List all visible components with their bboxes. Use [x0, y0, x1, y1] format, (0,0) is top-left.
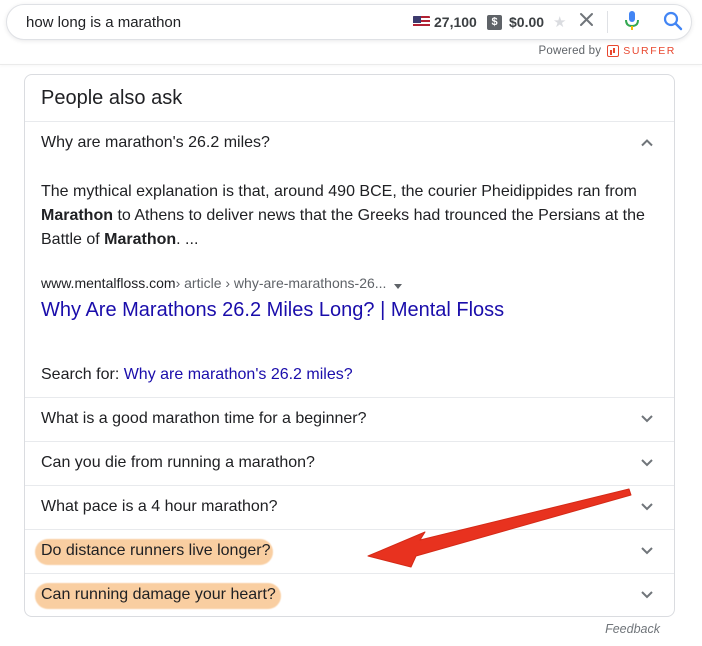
answer-text: The mythical explanation is that, around…	[41, 183, 637, 200]
searchbar-divider	[607, 11, 608, 33]
paa-question[interactable]: What pace is a 4 hour marathon?	[25, 486, 674, 530]
chevron-down-icon	[641, 503, 653, 511]
powered-by-label: Powered by	[538, 45, 602, 57]
search-for-link[interactable]: Why are marathon's 26.2 miles?	[124, 366, 353, 383]
powered-by-surfer: Powered by SURFER	[538, 45, 676, 57]
search-bar[interactable]: how long is a marathon 27,100 $ $0.00 ★	[6, 4, 692, 40]
microphone-icon[interactable]	[621, 9, 643, 33]
paa-question[interactable]: Can you die from running a marathon?	[25, 442, 674, 486]
star-icon[interactable]: ★	[553, 13, 566, 31]
source-path: › article › why-are-marathons-26...	[175, 275, 387, 291]
chevron-up-icon	[641, 139, 653, 147]
answer-text: . ...	[176, 231, 199, 248]
header-separator	[0, 64, 702, 65]
chevron-down-icon	[641, 591, 653, 599]
answer-bold: Marathon	[104, 231, 177, 248]
people-also-ask-card: People also ask Why are marathon's 26.2 …	[24, 74, 675, 617]
search-icon[interactable]	[662, 10, 684, 32]
paa-question-expanded[interactable]: Why are marathon's 26.2 miles?	[25, 122, 674, 166]
question-text: Do distance runners live longer?	[41, 542, 271, 559]
surfer-logo-icon	[607, 45, 620, 57]
search-query[interactable]: how long is a marathon	[26, 14, 181, 31]
search-volume: 27,100	[434, 14, 477, 30]
cost-per-click: $0.00	[509, 14, 545, 30]
question-text: Why are marathon's 26.2 miles?	[41, 134, 270, 151]
answer-bold: Marathon	[41, 207, 113, 224]
paa-question-highlighted[interactable]: Do distance runners live longer?	[25, 530, 674, 574]
us-flag-icon	[413, 16, 430, 28]
answer-snippet: The mythical explanation is that, around…	[41, 180, 657, 252]
search-for-row: Search for: Why are marathon's 26.2 mile…	[41, 366, 353, 384]
paa-title: People also ask	[41, 87, 183, 109]
feedback-link[interactable]: Feedback	[605, 622, 660, 636]
question-text: What is a good marathon time for a begin…	[41, 410, 367, 427]
chevron-down-icon	[641, 547, 653, 555]
dollar-icon: $	[487, 15, 502, 30]
dropdown-caret-icon[interactable]	[394, 283, 403, 289]
result-title-link[interactable]: Why Are Marathons 26.2 Miles Long? | Men…	[41, 299, 504, 322]
question-text: What pace is a 4 hour marathon?	[41, 498, 278, 515]
source-breadcrumb: www.mentalfloss.com › article › why-are-…	[41, 275, 403, 291]
chevron-down-icon	[641, 415, 653, 423]
surfer-brand: SURFER	[623, 45, 676, 57]
search-for-label: Search for:	[41, 366, 124, 383]
chevron-down-icon	[641, 459, 653, 467]
source-domain: www.mentalfloss.com	[41, 275, 176, 291]
clear-icon[interactable]	[577, 9, 597, 31]
paa-question-highlighted[interactable]: Can running damage your heart?	[25, 574, 674, 618]
paa-question[interactable]: What is a good marathon time for a begin…	[25, 398, 674, 442]
question-text: Can running damage your heart?	[41, 586, 276, 603]
question-text: Can you die from running a marathon?	[41, 454, 315, 471]
